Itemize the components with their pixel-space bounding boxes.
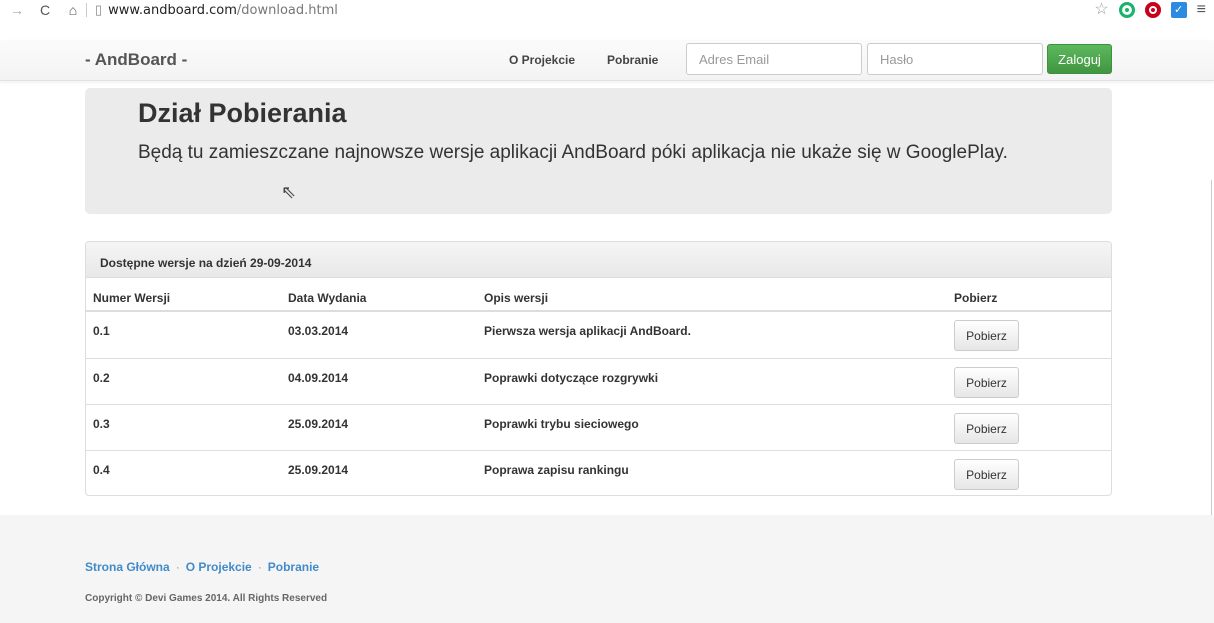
footer-separator: · bbox=[257, 560, 262, 574]
page-title: Dział Pobierania bbox=[138, 98, 347, 128]
site-navbar: - AndBoard - O Projekcie Pobranie Zalogu… bbox=[0, 41, 1214, 81]
version-description: Poprawki trybu sieciowego bbox=[484, 417, 639, 431]
extension-green-icon[interactable] bbox=[1118, 2, 1135, 18]
version-number: 0.2 bbox=[93, 371, 110, 385]
footer-link-home[interactable]: Strona Główna bbox=[85, 560, 170, 574]
url-host: www.andboard.com bbox=[108, 2, 237, 18]
divider bbox=[86, 3, 87, 17]
address-bar[interactable]: www.andboard.com/download.html bbox=[108, 3, 338, 18]
mouse-cursor-icon: ⇖ bbox=[281, 182, 297, 202]
copyright-text: Copyright © Devi Games 2014. All Rights … bbox=[85, 593, 328, 604]
version-description: Pierwsza wersja aplikacji AndBoard. bbox=[484, 324, 691, 338]
footer-separator: · bbox=[175, 560, 180, 574]
table-row: 0.3 25.09.2014 Poprawki trybu sieciowego… bbox=[86, 404, 1111, 450]
version-description: Poprawa zapisu rankingu bbox=[484, 463, 629, 477]
table-body: 0.1 03.03.2014 Pierwsza wersja aplikacji… bbox=[86, 312, 1111, 495]
nav-link-pobranie[interactable]: Pobranie bbox=[607, 53, 658, 67]
nav-link-o-projekcie[interactable]: O Projekcie bbox=[509, 53, 575, 67]
footer-nav: Strona Główna · O Projekcie · Pobranie bbox=[85, 560, 319, 574]
version-number: 0.4 bbox=[93, 463, 110, 477]
versions-panel: Dostępne wersje na dzień 29-09-2014 Nume… bbox=[85, 241, 1112, 496]
release-date: 25.09.2014 bbox=[288, 417, 349, 431]
release-date: 04.09.2014 bbox=[288, 371, 349, 385]
page-icon: ▯ bbox=[95, 2, 103, 17]
browser-toolbar: → C ⌂ ▯ www.andboard.com/download.html ☆… bbox=[0, 0, 1214, 20]
version-number: 0.1 bbox=[93, 324, 110, 338]
download-button[interactable]: Pobierz bbox=[954, 413, 1019, 444]
footer-link-pobranie[interactable]: Pobranie bbox=[268, 560, 319, 574]
table-row: 0.4 25.09.2014 Poprawa zapisu rankingu P… bbox=[86, 450, 1111, 495]
download-jumbotron: Dział Pobierania Będą tu zamieszczane na… bbox=[85, 88, 1112, 214]
url-path: /download.html bbox=[236, 2, 338, 18]
table-row: 0.2 04.09.2014 Poprawki dotyczące rozgry… bbox=[86, 358, 1111, 404]
version-number: 0.3 bbox=[93, 417, 110, 431]
forward-icon[interactable]: → bbox=[10, 2, 24, 18]
table-row: 0.1 03.03.2014 Pierwsza wersja aplikacji… bbox=[86, 312, 1111, 358]
version-description: Poprawki dotyczące rozgrywki bbox=[484, 371, 659, 385]
home-icon[interactable]: ⌂ bbox=[66, 2, 80, 18]
download-button[interactable]: Pobierz bbox=[954, 459, 1019, 490]
column-header-description: Opis wersji bbox=[484, 291, 549, 305]
password-input[interactable] bbox=[867, 43, 1043, 75]
column-header-download: Pobierz bbox=[954, 291, 998, 305]
column-header-version: Numer Wersji bbox=[93, 291, 171, 305]
footer-link-o-projekcie[interactable]: O Projekcie bbox=[186, 560, 252, 574]
panel-heading: Dostępne wersje na dzień 29-09-2014 bbox=[86, 242, 1111, 278]
bookmark-star-icon[interactable]: ☆ bbox=[1094, 2, 1108, 18]
extension-opera-icon[interactable] bbox=[1144, 2, 1161, 18]
download-button[interactable]: Pobierz bbox=[954, 367, 1019, 398]
login-button[interactable]: Zaloguj bbox=[1047, 44, 1112, 74]
release-date: 03.03.2014 bbox=[288, 324, 349, 338]
release-date: 25.09.2014 bbox=[288, 463, 349, 477]
page-description: Będą tu zamieszczane najnowsze wersje ap… bbox=[138, 142, 1008, 163]
column-header-date: Data Wydania bbox=[288, 291, 367, 305]
extension-checkmark-icon[interactable]: ✓ bbox=[1170, 2, 1187, 18]
email-input[interactable] bbox=[686, 43, 862, 75]
download-button[interactable]: Pobierz bbox=[954, 320, 1019, 351]
reload-icon[interactable]: C bbox=[38, 2, 52, 18]
site-footer: Strona Główna · O Projekcie · Pobranie Copyr… bbox=[0, 515, 1214, 623]
menu-icon[interactable]: ≡ bbox=[1197, 1, 1206, 19]
brand-logo[interactable]: - AndBoard - bbox=[85, 50, 187, 70]
table-header: Numer Wersji Data Wydania Opis wersji Po… bbox=[86, 278, 1111, 312]
